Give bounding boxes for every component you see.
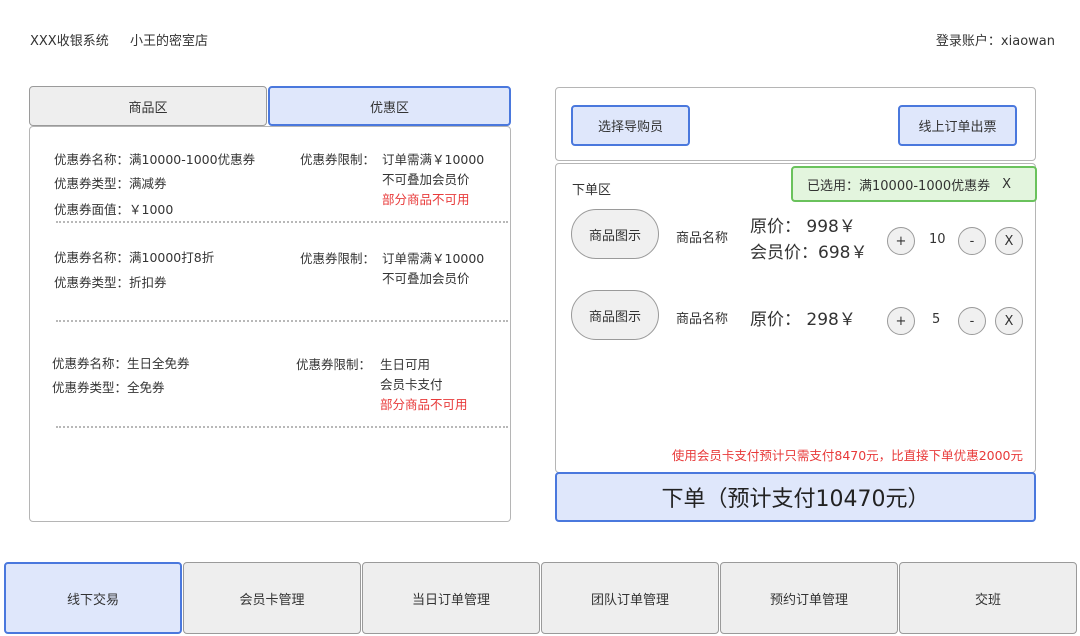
remove-item-button[interactable]: X (995, 227, 1023, 255)
coupon-limit: 会员卡支付 (380, 377, 443, 392)
coupon-warning: 部分商品不可用 (380, 397, 468, 412)
nav-team-orders[interactable]: 团队订单管理 (541, 562, 719, 634)
remove-coupon-icon[interactable]: X (1002, 177, 1011, 192)
left-tabs: 商品区 优惠区 (29, 86, 511, 126)
coupon-limit-label: 优惠券限制： (296, 357, 372, 372)
tab-coupons[interactable]: 优惠区 (268, 86, 511, 126)
nav-offline-trade[interactable]: 线下交易 (4, 562, 182, 634)
coupon-limit-label: 优惠券限制： (300, 251, 376, 266)
coupon-limit: 生日可用 (380, 357, 431, 372)
print-online-order-button[interactable]: 线上订单出票 (898, 105, 1017, 146)
top-bar: XXX收银系统 小王的密室店 登录账户：xiaowan (30, 30, 1055, 50)
selected-coupon-text: 已选用：满10000-1000优惠券 (807, 178, 991, 194)
quantity: 5 (932, 312, 941, 327)
coupon-warning: 部分商品不可用 (382, 192, 470, 207)
login-label: 登录账户： (935, 34, 1001, 49)
divider (56, 320, 508, 322)
coupon-name: 优惠券名称：满10000打8折 (54, 250, 215, 265)
divider (56, 426, 508, 428)
coupon-type: 优惠券类型：满减券 (54, 176, 167, 191)
nav-shift-handover[interactable]: 交班 (899, 562, 1077, 634)
original-price: 原价： 998￥ (750, 217, 856, 237)
member-price: 会员价：698￥ (750, 243, 868, 263)
coupon-name: 优惠券名称：生日全免券 (52, 356, 190, 371)
login-account: 登录账户：xiaowan (936, 30, 1055, 49)
coupon-limit: 订单需满￥10000 (382, 251, 485, 266)
plus-button[interactable]: + (887, 307, 915, 335)
coupon-limit: 不可叠加会员价 (382, 172, 470, 187)
product-image: 商品图示 (571, 209, 659, 259)
original-price: 原价： 298￥ (750, 310, 856, 330)
nav-daily-orders[interactable]: 当日订单管理 (362, 562, 540, 634)
product-image: 商品图示 (571, 290, 659, 340)
store-name: 小王的密室店 (130, 34, 209, 49)
order-area-label: 下单区 (572, 183, 612, 198)
minus-button[interactable]: - (958, 307, 986, 335)
coupon-type: 优惠券类型：折扣券 (54, 275, 167, 290)
remove-item-button[interactable]: X (995, 307, 1023, 335)
nav-member-card[interactable]: 会员卡管理 (183, 562, 361, 634)
bottom-nav: 线下交易 会员卡管理 当日订单管理 团队订单管理 预约订单管理 交班 (4, 562, 1078, 634)
member-discount-note: 使用会员卡支付预计只需支付8470元，比直接下单优惠2000元 (671, 448, 1023, 463)
product-name: 商品名称 (676, 231, 729, 246)
coupon-value: 优惠券面值：￥1000 (54, 202, 174, 217)
username[interactable]: xiaowan (1001, 34, 1055, 49)
submit-order-button[interactable]: 下单（预计支付10470元） (555, 472, 1036, 522)
coupon-limit: 订单需满￥10000 (382, 152, 485, 167)
selected-coupon-badge: 已选用：满10000-1000优惠券 X (791, 166, 1037, 202)
tab-goods[interactable]: 商品区 (29, 86, 267, 126)
coupon-limit: 不可叠加会员价 (382, 271, 470, 286)
app-title: XXX收银系统 (30, 34, 109, 49)
coupon-type: 优惠券类型：全免券 (52, 380, 165, 395)
right-top-panel: 选择导购员 线上订单出票 (555, 87, 1036, 161)
select-guide-button[interactable]: 选择导购员 (571, 105, 690, 146)
coupon-list-panel: 优惠券名称：满10000-1000优惠券 优惠券类型：满减券 优惠券面值：￥10… (29, 126, 511, 522)
minus-button[interactable]: - (958, 227, 986, 255)
plus-button[interactable]: + (887, 227, 915, 255)
divider (56, 221, 508, 223)
order-panel: 下单区 已选用：满10000-1000优惠券 X 商品图示 商品名称 原价： 9… (555, 163, 1037, 473)
coupon-name: 优惠券名称：满10000-1000优惠券 (54, 152, 256, 167)
product-name: 商品名称 (676, 312, 729, 327)
coupon-limit-label: 优惠券限制： (300, 152, 376, 167)
quantity: 10 (929, 232, 946, 247)
nav-reservation-orders[interactable]: 预约订单管理 (720, 562, 898, 634)
